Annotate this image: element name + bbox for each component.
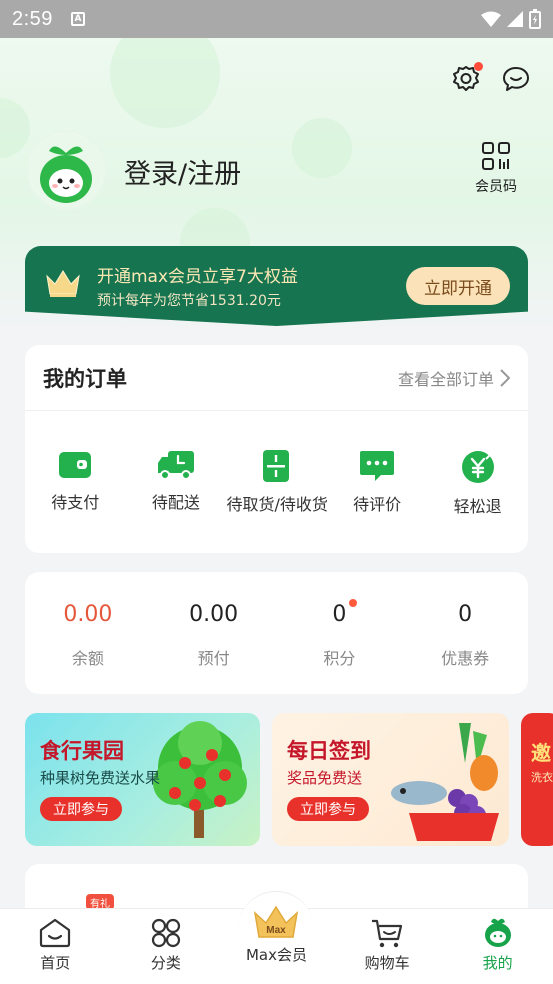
- tab-home[interactable]: 首页: [0, 909, 111, 984]
- tab-profile[interactable]: 我的: [442, 909, 553, 984]
- order-easy-refund[interactable]: 轻松退: [428, 449, 528, 517]
- banner-subtitle: 洗衣: [531, 771, 553, 784]
- coupons-item[interactable]: 0 优惠券: [415, 602, 515, 694]
- avatar[interactable]: [26, 130, 106, 210]
- settings-button[interactable]: [451, 62, 483, 94]
- notification-a-icon: A: [70, 12, 85, 26]
- banner-subtitle: 奖品免费送: [287, 769, 363, 787]
- member-code-button[interactable]: 会员码: [471, 142, 521, 196]
- tab-label: 我的: [482, 954, 513, 972]
- banner-title: 食行果园: [40, 739, 124, 763]
- order-pending-pickup[interactable]: 待取货/待收货: [226, 449, 328, 517]
- battery-icon: [529, 9, 541, 29]
- settings-notification-dot: [474, 62, 483, 71]
- comment-icon: [360, 451, 395, 481]
- prepaid-label: 预付: [197, 649, 230, 668]
- vip-banner-subtitle: 预计每年为您节省1531.20元: [97, 293, 281, 309]
- mascot-avatar-icon: [29, 133, 103, 207]
- home-icon: [40, 918, 71, 948]
- order-pending-payment[interactable]: 待支付: [25, 449, 125, 517]
- member-code-label: 会员码: [475, 179, 517, 195]
- pickup-icon: [263, 450, 290, 482]
- crown-icon: Max: [254, 905, 299, 938]
- crown-icon: [46, 270, 80, 297]
- order-item-label: 待配送: [151, 493, 200, 512]
- points-value: 0: [332, 602, 347, 627]
- wifi-icon: [481, 11, 501, 27]
- header-actions: [451, 62, 531, 94]
- vip-banner-title: 开通max会员立享7大权益: [97, 267, 298, 287]
- view-all-orders-label: 查看全部订单: [397, 369, 494, 389]
- cart-icon: [372, 919, 403, 948]
- tab-label: 购物车: [364, 954, 410, 972]
- chevron-right-icon: [500, 368, 510, 387]
- tab-label: 分类: [150, 954, 181, 972]
- order-item-label: 待评价: [353, 495, 402, 514]
- points-item[interactable]: 0 积分: [289, 599, 389, 694]
- tab-cart[interactable]: 购物车: [332, 909, 443, 984]
- join-now-button[interactable]: 立即参与: [287, 797, 369, 821]
- orders-title: 我的订单: [43, 366, 127, 391]
- banner-subtitle: 种果树免费送水果: [40, 769, 161, 787]
- order-status-row: 待支付 待配送 待取货/待收货 待评价 轻松退: [25, 411, 528, 517]
- qr-code-icon: [482, 142, 510, 170]
- view-all-orders-link[interactable]: 查看全部订单: [398, 366, 510, 390]
- order-pending-delivery[interactable]: 待配送: [126, 449, 226, 517]
- coupons-label: 优惠券: [441, 649, 490, 668]
- banner-title: 邀: [531, 741, 551, 765]
- daily-checkin-banner[interactable]: 每日签到 奖品免费送 立即参与: [272, 713, 509, 846]
- banner-title: 每日签到: [287, 739, 371, 763]
- max-tab-content: Max Max会员: [221, 903, 332, 965]
- messages-button[interactable]: [501, 64, 531, 94]
- open-vip-button[interactable]: 立即开通: [406, 267, 510, 305]
- balance-item[interactable]: 0.00 余额: [38, 602, 138, 694]
- balance-label: 余额: [71, 649, 104, 668]
- wallet-icon: [59, 452, 92, 478]
- status-time: 2:59: [12, 7, 53, 30]
- prepaid-item[interactable]: 0.00 预付: [164, 602, 264, 694]
- status-indicators: [481, 9, 541, 29]
- max-badge-text: Max: [267, 925, 287, 936]
- bottom-tab-bar: 首页 分类 Max Max会员 购物车 我的: [0, 891, 553, 984]
- prepaid-value: 0.00: [189, 602, 239, 627]
- profile-icon: [484, 918, 511, 947]
- category-icon: [151, 918, 180, 948]
- join-now-button[interactable]: 立即参与: [40, 797, 122, 821]
- max-vip-banner[interactable]: 开通max会员立享7大权益 预计每年为您节省1531.20元 立即开通: [25, 246, 528, 326]
- tab-label: Max会员: [245, 946, 307, 964]
- coupons-value: 0: [458, 602, 473, 627]
- signal-icon: [507, 11, 523, 27]
- status-bar: 2:59 A: [0, 0, 553, 38]
- chat-bubble-icon: [503, 67, 529, 91]
- order-item-label: 待支付: [51, 493, 100, 512]
- order-item-label: 轻松退: [453, 497, 502, 516]
- fruit-orchard-banner[interactable]: 食行果园 种果树免费送水果 立即参与: [25, 713, 260, 846]
- my-orders-card: 我的订单 查看全部订单 待支付 待配送 待取货/待收货 待评价 轻松退: [25, 345, 528, 553]
- login-register-link[interactable]: 登录/注册: [124, 152, 241, 191]
- orders-header: 我的订单 查看全部订单: [25, 345, 528, 411]
- refund-icon: [461, 450, 494, 483]
- invite-banner-partial[interactable]: 邀 洗衣: [521, 713, 553, 846]
- order-item-label: 待取货/待收货: [226, 495, 328, 514]
- tab-category[interactable]: 分类: [111, 909, 222, 984]
- points-label: 积分: [323, 649, 356, 668]
- grocery-basket-illustration: [391, 723, 499, 841]
- assets-card: 0.00 余额 0.00 预付 0 积分 0 优惠券: [25, 572, 528, 694]
- tab-max-member[interactable]: Max Max会员: [221, 891, 332, 984]
- balance-value: 0.00: [63, 602, 113, 627]
- order-pending-review[interactable]: 待评价: [327, 449, 427, 517]
- delivery-truck-icon: [157, 451, 194, 480]
- tab-label: 首页: [40, 954, 71, 972]
